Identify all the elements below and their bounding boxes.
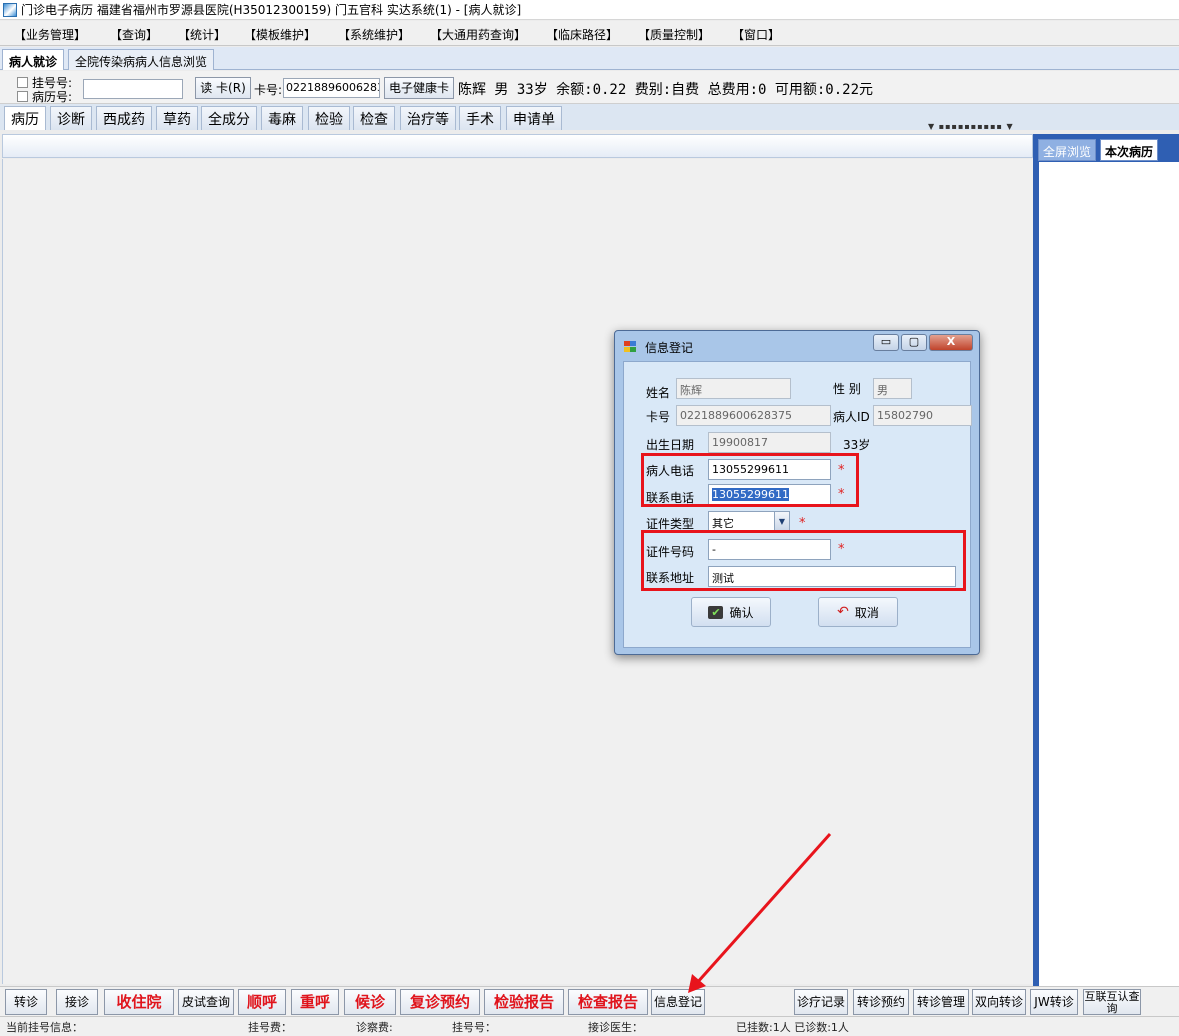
confirm-button[interactable]: ✔ 确认	[691, 597, 771, 627]
jw-referral-button[interactable]: JW转诊	[1030, 989, 1078, 1015]
bottom-toolbar: 转诊 接诊 收住院 皮试查询 顺呼 重呼 候诊 复诊预约 检验报告 检查报告 信…	[0, 986, 1179, 1016]
tab-narcotics[interactable]: 毒麻	[261, 106, 303, 130]
menu-system[interactable]: 【系统维护】	[338, 26, 410, 43]
dialog-body: 姓名 陈辉 性 别 男 卡号 0221889600628375 病人ID 158…	[623, 361, 972, 648]
tab-scroll-arrows[interactable]: ▼ ▪▪▪▪▪▪▪▪▪▪ ▼	[928, 122, 1014, 131]
menu-drug-query[interactable]: 【大通用药查询】	[430, 26, 526, 43]
patient-summary: 陈辉 男 33岁 余额:0.22 费别:自费 总费用:0 可用额:0.22元	[458, 82, 874, 98]
info-registration-dialog: 信息登记 ▭ ▢ X 姓名 陈辉 性 别 男 卡号 02218896006283…	[614, 330, 980, 655]
accept-visit-button[interactable]: 接诊	[56, 989, 98, 1015]
referral-management-button[interactable]: 转诊管理	[913, 989, 969, 1015]
reg-fee: 挂号费：	[248, 1021, 292, 1034]
cancel-button[interactable]: ↶ 取消	[818, 597, 898, 627]
tab-fullscreen-browse[interactable]: 全屏浏览	[1038, 139, 1097, 161]
tab-diagnosis[interactable]: 诊断	[50, 106, 92, 130]
tab-request-form[interactable]: 申请单	[506, 106, 562, 130]
card-label: 卡号	[646, 410, 671, 424]
tab-patient-visit[interactable]: 病人就诊	[2, 49, 65, 70]
birth-date-field: 19900817	[708, 432, 831, 453]
name-field: 陈辉	[676, 378, 791, 399]
card-field: 0221889600628375	[676, 405, 831, 426]
tab-lab-test[interactable]: 检验	[308, 106, 350, 130]
dialog-app-icon	[624, 341, 637, 353]
menu-query[interactable]: 【查询】	[110, 26, 158, 43]
skin-test-query-button[interactable]: 皮试查询	[178, 989, 234, 1015]
reg-number: 挂号号：	[452, 1021, 496, 1034]
tab-full-component[interactable]: 全成分	[201, 106, 257, 130]
exam-report-button[interactable]: 检查报告	[568, 989, 648, 1015]
reg-checkbox[interactable]	[17, 77, 28, 88]
menu-business[interactable]: 【业务管理】	[14, 26, 86, 43]
tab-medical-record[interactable]: 病历	[4, 106, 46, 130]
tab-western-medicine[interactable]: 西成药	[96, 106, 152, 130]
read-card-button[interactable]: 读 卡(R)	[195, 77, 251, 99]
check-icon: ✔	[708, 605, 724, 619]
title-bar: 门诊电子病历 福建省福州市罗源县医院(H35012300159) 门五官科 实达…	[0, 0, 1179, 20]
referral-button[interactable]: 转诊	[5, 989, 47, 1015]
follow-up-appointment-button[interactable]: 复诊预约	[400, 989, 480, 1015]
record-preview	[1039, 162, 1179, 986]
tab-herbal[interactable]: 草药	[156, 106, 198, 130]
call-next-button[interactable]: 顺呼	[238, 989, 286, 1015]
dialog-title: 信息登记	[645, 341, 694, 355]
ehealth-card-button[interactable]: 电子健康卡	[384, 77, 454, 99]
menu-stats[interactable]: 【统计】	[178, 26, 226, 43]
menu-bar: 【业务管理】 【查询】 【统计】 【模板维护】 【系统维护】 【大通用药查询】 …	[0, 21, 1179, 46]
admit-button[interactable]: 收住院	[104, 989, 174, 1015]
referral-appointment-button[interactable]: 转诊预约	[853, 989, 909, 1015]
menu-window[interactable]: 【窗口】	[732, 26, 780, 43]
app-icon	[3, 2, 17, 17]
visit-counts: 已挂数:1人 已诊数:1人	[736, 1021, 849, 1034]
confirm-label: 确认	[729, 605, 754, 620]
toolbar-strip	[2, 134, 1033, 158]
maximize-icon[interactable]: ▢	[901, 334, 927, 351]
name-label: 姓名	[646, 386, 671, 400]
birth-date-label: 出生日期	[646, 438, 695, 452]
two-way-referral-button[interactable]: 双向转诊	[972, 989, 1026, 1015]
age-text: 33岁	[843, 438, 871, 452]
status-bar: 当前挂号信息： 挂号费： 诊察费: 挂号号： 接诊医生： 已挂数:1人 已诊数:…	[0, 1016, 1179, 1036]
info-registration-button[interactable]: 信息登记	[651, 989, 705, 1015]
menu-clinical-path[interactable]: 【临床路径】	[546, 26, 618, 43]
patient-id-label: 病人ID	[833, 410, 870, 424]
lab-report-button[interactable]: 检验报告	[484, 989, 564, 1015]
consult-fee: 诊察费:	[356, 1021, 393, 1034]
tab-examination[interactable]: 检查	[353, 106, 395, 130]
minimize-icon[interactable]: ▭	[873, 334, 899, 351]
record-label: 病历号:	[32, 90, 73, 104]
gender-field: 男	[873, 378, 912, 399]
waiting-button[interactable]: 候诊	[344, 989, 396, 1015]
current-reg-info: 当前挂号信息：	[6, 1021, 83, 1034]
tab-infectious-browse[interactable]: 全院传染病病人信息浏览	[68, 49, 215, 70]
recall-button[interactable]: 重呼	[291, 989, 339, 1015]
cancel-label: 取消	[854, 605, 879, 620]
patient-bar: 挂号号: 病历号: 读 卡(R) 卡号: 022188960062837! 电子…	[0, 71, 1179, 104]
right-panel: 全屏浏览 本次病历	[1033, 134, 1179, 986]
tab-treatment[interactable]: 治疗等	[400, 106, 456, 130]
id-address-highlight-box	[641, 530, 966, 591]
visiting-doctor: 接诊医生：	[588, 1021, 643, 1034]
reg-number-input[interactable]	[83, 79, 183, 99]
chevron-down-icon[interactable]: ▼	[774, 512, 789, 531]
gender-label: 性 别	[833, 382, 861, 396]
treatment-record-button[interactable]: 诊疗记录	[794, 989, 848, 1015]
menu-quality[interactable]: 【质量控制】	[638, 26, 710, 43]
patient-id-field: 15802790	[873, 405, 972, 426]
tab-current-record[interactable]: 本次病历	[1100, 139, 1159, 161]
record-checkbox[interactable]	[17, 91, 28, 102]
undo-icon: ↶	[837, 603, 849, 620]
close-icon[interactable]: X	[929, 334, 973, 351]
card-label: 卡号:	[254, 83, 283, 97]
window-title: 门诊电子病历 福建省福州市罗源县医院(H35012300159) 门五官科 实达…	[21, 3, 522, 17]
card-number-input[interactable]: 022188960062837!	[283, 78, 380, 98]
page-tabs: 病人就诊 全院传染病病人信息浏览	[0, 47, 1179, 70]
mutual-recognition-query-button[interactable]: 互联互认查询	[1083, 989, 1141, 1015]
tab-surgery[interactable]: 手术	[459, 106, 501, 130]
phone-highlight-box	[641, 453, 859, 507]
required-mark: *	[799, 516, 806, 531]
menu-template[interactable]: 【模板维护】	[244, 26, 316, 43]
